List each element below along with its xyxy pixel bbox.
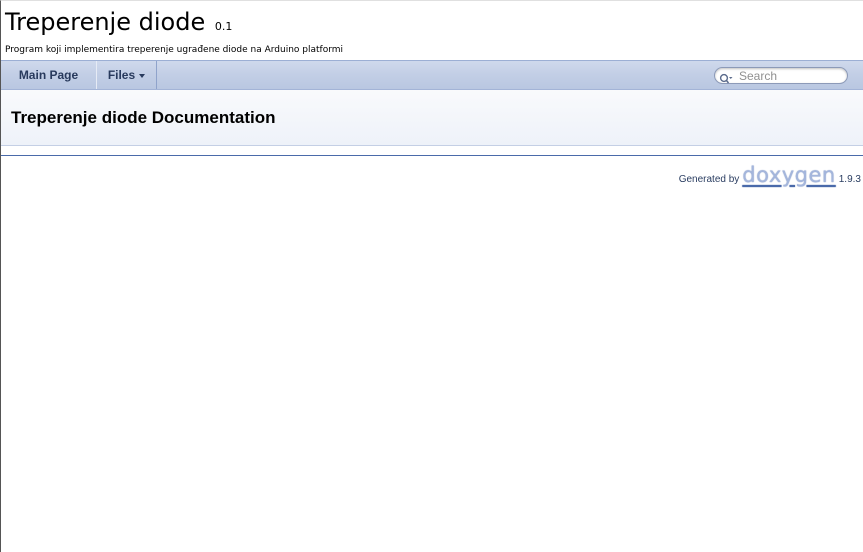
footer-divider xyxy=(1,155,863,156)
project-number: 0.1 xyxy=(214,20,233,33)
doxygen-page: Treperenje diode 0.1 Program koji implem… xyxy=(0,0,863,552)
page-header: Treperenje diode Documentation xyxy=(1,90,863,146)
footer-generated-by: Generated by xyxy=(678,174,740,185)
search-box[interactable] xyxy=(714,67,848,84)
nav-files-label: Files xyxy=(107,68,136,82)
footer: Generated by doxygen 1.9.3 xyxy=(679,165,861,186)
nav-main-page[interactable]: Main Page xyxy=(1,61,96,89)
doxygen-logo-link[interactable]: doxygen xyxy=(742,165,835,186)
chevron-down-icon xyxy=(139,73,146,78)
project-name: Treperenje diode 0.1 xyxy=(5,10,232,34)
nav-separator xyxy=(156,61,157,89)
project-brief: Program koji implementira treperenje ugr… xyxy=(5,45,344,55)
project-name-text: Treperenje diode xyxy=(5,8,206,36)
search-icon[interactable] xyxy=(719,70,733,84)
page-title: Treperenje diode Documentation xyxy=(11,108,276,127)
title-area: Treperenje diode 0.1 Program koji implem… xyxy=(1,1,863,59)
search-input[interactable] xyxy=(739,68,843,83)
nav-main-page-label: Main Page xyxy=(18,68,79,82)
nav-files-menu[interactable]: Files xyxy=(96,61,156,89)
footer-version: 1.9.3 xyxy=(838,174,861,185)
main-nav: Main Page Files xyxy=(1,60,863,90)
